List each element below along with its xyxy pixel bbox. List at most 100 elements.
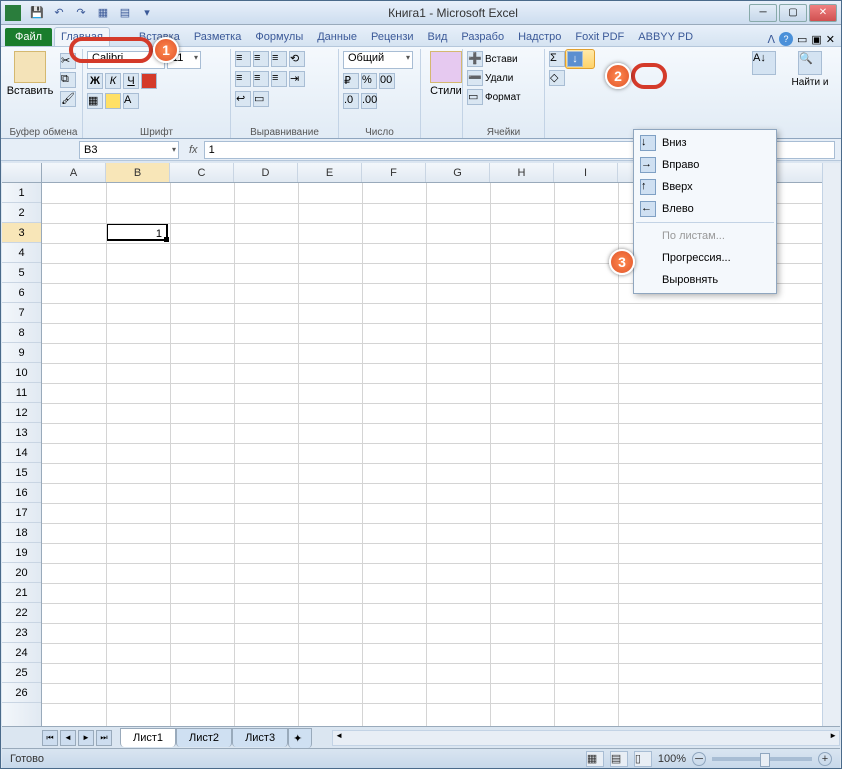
tab-view[interactable]: Вид (421, 27, 455, 46)
sheet-nav-last[interactable]: ⏭ (96, 730, 112, 746)
row-header-8[interactable]: 8 (2, 323, 41, 343)
col-header-D[interactable]: D (234, 163, 298, 182)
border-icon[interactable]: ▦ (87, 93, 103, 109)
number-format-combo[interactable]: Общий (343, 51, 413, 69)
row-header-6[interactable]: 6 (2, 283, 41, 303)
view-normal-icon[interactable]: ▦ (586, 751, 604, 767)
close-button[interactable]: ✕ (809, 4, 837, 22)
percent-icon[interactable]: % (361, 73, 377, 89)
view-layout-icon[interactable]: ▤ (610, 751, 628, 767)
merge-icon[interactable]: ▭ (253, 91, 269, 107)
format-painter-icon[interactable]: 🖌 (60, 91, 76, 107)
tab-addins[interactable]: Надстро (511, 27, 568, 46)
styles-button[interactable]: Стили (425, 51, 467, 97)
bold-button[interactable]: Ж (87, 73, 103, 89)
align-left-icon[interactable]: ≡ (235, 71, 251, 87)
sheet-nav-prev[interactable]: ◄ (60, 730, 76, 746)
tab-formulas[interactable]: Формулы (248, 27, 310, 46)
row-header-20[interactable]: 20 (2, 563, 41, 583)
row-header-3[interactable]: 3 (2, 223, 41, 243)
file-tab[interactable]: Файл (5, 28, 52, 46)
qat-open-icon[interactable]: ▤ (115, 3, 135, 23)
fill-justify-item[interactable]: Выровнять (636, 269, 774, 291)
sheet-tab-1[interactable]: Лист1 (120, 728, 176, 747)
format-cells-label[interactable]: Формат (485, 92, 521, 103)
delete-cells-label[interactable]: Удали (485, 73, 513, 84)
tab-insert[interactable]: Вставка (132, 27, 187, 46)
row-header-13[interactable]: 13 (2, 423, 41, 443)
row-header-17[interactable]: 17 (2, 503, 41, 523)
tab-data[interactable]: Данные (310, 27, 364, 46)
underline-button[interactable]: Ч (123, 73, 139, 89)
autosum-icon[interactable]: Σ (549, 51, 565, 67)
tab-review[interactable]: Рецензи (364, 27, 421, 46)
minimize-button[interactable]: ─ (749, 4, 777, 22)
fill-down-item[interactable]: ↓Вниз (636, 132, 774, 154)
horizontal-scrollbar[interactable] (332, 730, 840, 746)
row-header-23[interactable]: 23 (2, 623, 41, 643)
row-header-16[interactable]: 16 (2, 483, 41, 503)
maximize-button[interactable]: ▢ (779, 4, 807, 22)
col-header-G[interactable]: G (426, 163, 490, 182)
paste-button[interactable]: Вставить (9, 51, 51, 97)
tab-home[interactable]: Главная (54, 27, 110, 46)
fill-color-icon[interactable] (105, 93, 121, 109)
row-header-24[interactable]: 24 (2, 643, 41, 663)
vertical-scrollbar[interactable] (822, 163, 840, 726)
row-header-21[interactable]: 21 (2, 583, 41, 603)
row-header-4[interactable]: 4 (2, 243, 41, 263)
copy-icon[interactable]: ⧉ (60, 72, 76, 88)
qat-undo-icon[interactable]: ↶ (49, 3, 69, 23)
col-header-F[interactable]: F (362, 163, 426, 182)
cut-icon[interactable]: ✂ (60, 53, 76, 69)
col-header-I[interactable]: I (554, 163, 618, 182)
sheet-tab-3[interactable]: Лист3 (232, 728, 288, 747)
delete-cells-icon[interactable]: ➖ (467, 70, 483, 86)
active-cell[interactable]: 1 (106, 223, 168, 241)
italic-button[interactable]: К (105, 73, 121, 89)
col-header-C[interactable]: C (170, 163, 234, 182)
row-header-19[interactable]: 19 (2, 543, 41, 563)
font-name-combo[interactable]: Calibri (87, 51, 165, 69)
row-header-14[interactable]: 14 (2, 443, 41, 463)
help-icon[interactable]: ? (779, 32, 793, 46)
align-bot-icon[interactable]: ≡ (271, 51, 287, 67)
row-header-9[interactable]: 9 (2, 343, 41, 363)
name-box[interactable]: B3 (79, 141, 179, 159)
sheet-nav-first[interactable]: ⏮ (42, 730, 58, 746)
qat-customize-icon[interactable]: ▾ (137, 3, 157, 23)
indent-icon[interactable]: ⇥ (289, 71, 305, 87)
row-header-5[interactable]: 5 (2, 263, 41, 283)
col-header-E[interactable]: E (298, 163, 362, 182)
fill-button[interactable]: ↓ (567, 51, 583, 67)
tab-abbyy[interactable]: ABBYY PD (631, 27, 700, 46)
clear-icon[interactable]: ◇ (549, 70, 565, 86)
row-header-25[interactable]: 25 (2, 663, 41, 683)
row-header-22[interactable]: 22 (2, 603, 41, 623)
comma-icon[interactable]: 00 (379, 73, 395, 89)
col-header-B[interactable]: B (106, 163, 170, 182)
format-cells-icon[interactable]: ▭ (467, 89, 483, 105)
row-header-11[interactable]: 11 (2, 383, 41, 403)
tab-layout[interactable]: Разметка (187, 27, 249, 46)
fill-left-item[interactable]: ←Влево (636, 198, 774, 220)
currency-icon[interactable]: ₽ (343, 73, 359, 89)
sheet-tab-new[interactable]: ✦ (288, 728, 312, 748)
zoom-out-button[interactable]: ─ (692, 752, 706, 766)
row-header-7[interactable]: 7 (2, 303, 41, 323)
col-header-H[interactable]: H (490, 163, 554, 182)
dec-dec-icon[interactable]: .00 (361, 93, 377, 109)
row-header-12[interactable]: 12 (2, 403, 41, 423)
doc-close-icon[interactable]: ✕ (826, 33, 835, 46)
align-mid-icon[interactable]: ≡ (253, 51, 269, 67)
qat-redo-icon[interactable]: ↷ (71, 3, 91, 23)
doc-restore-icon[interactable]: ▣ (811, 33, 821, 46)
select-all-corner[interactable] (2, 163, 42, 183)
row-header-18[interactable]: 18 (2, 523, 41, 543)
row-header-10[interactable]: 10 (2, 363, 41, 383)
wrap-icon[interactable]: ↩ (235, 91, 251, 107)
align-top-icon[interactable]: ≡ (235, 51, 251, 67)
sheet-tab-2[interactable]: Лист2 (176, 728, 232, 747)
qat-save-icon[interactable]: 💾 (27, 3, 47, 23)
tab-developer[interactable]: Разрабо (454, 27, 511, 46)
